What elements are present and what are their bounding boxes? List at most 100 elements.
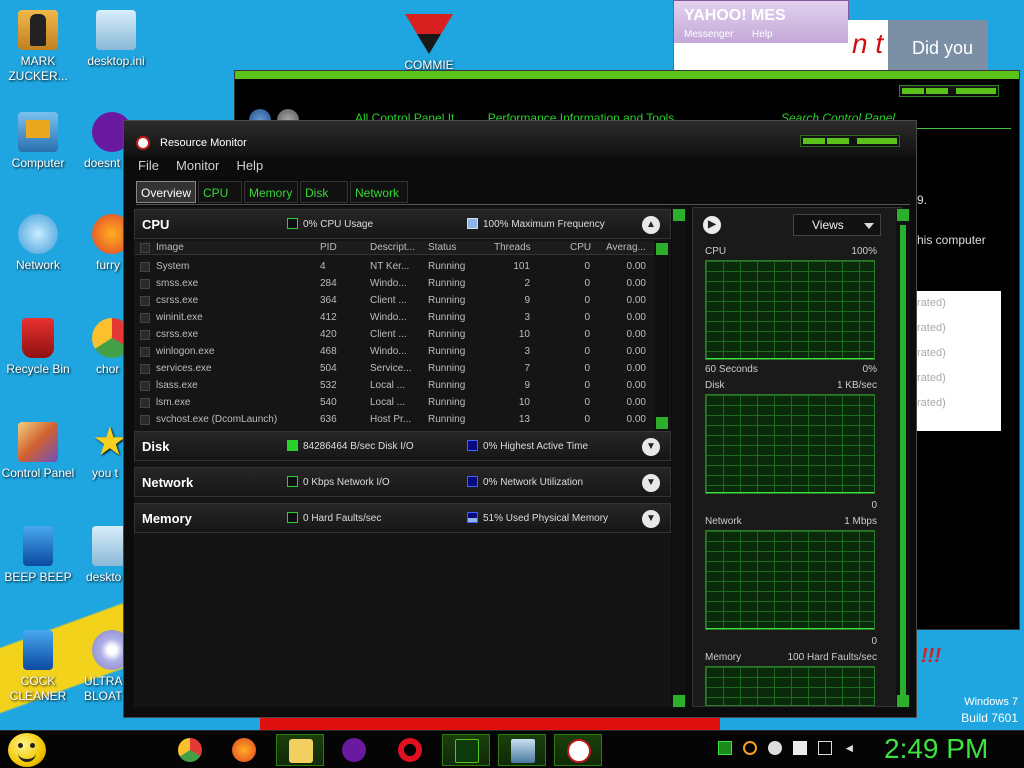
desktop-icon-furry[interactable]: furry (78, 214, 132, 273)
yahoo-menu-messenger[interactable]: Messenger (684, 29, 733, 40)
taskbar-chrome[interactable] (166, 734, 214, 766)
menu-monitor[interactable]: Monitor (176, 158, 219, 173)
start-button[interactable] (8, 733, 46, 767)
row-checkbox[interactable] (140, 296, 150, 306)
menu-file[interactable]: File (138, 158, 159, 173)
col-threads[interactable]: Threads (494, 242, 531, 253)
taskbar-resource-monitor[interactable] (554, 734, 602, 766)
row-checkbox[interactable] (140, 330, 150, 340)
col-description[interactable]: Descript... (370, 242, 415, 253)
views-dropdown[interactable]: Views (793, 214, 881, 236)
table-cell: 540 (320, 397, 337, 408)
tab-disk[interactable]: Disk (300, 181, 348, 203)
table-cell: Running (428, 414, 466, 425)
table-row[interactable]: lsm.exe 540 Local ... Running 10 0 0.00 (134, 395, 654, 412)
table-row[interactable]: csrss.exe 364 Client ... Running 9 0 0.00 (134, 293, 654, 310)
table-cell: Windo... (370, 312, 407, 323)
desktop-icon-recycle-bin[interactable]: Recycle Bin (0, 318, 76, 377)
maximize-button[interactable] (827, 138, 849, 144)
row-checkbox[interactable] (140, 262, 150, 272)
hide-graphs-button[interactable]: ▶ (703, 216, 721, 234)
taskbar-explorer[interactable] (276, 734, 324, 766)
desktop-icon-mark[interactable]: MARK ZUCKER... (0, 10, 76, 84)
desktop-icon-doesnt[interactable]: doesnt (78, 112, 132, 171)
graph-min: 0% (862, 364, 877, 375)
clock[interactable]: 2:49 PM (884, 733, 988, 765)
col-cpu[interactable]: CPU (570, 242, 591, 253)
desktop-icon-beep[interactable]: BEEP BEEP (0, 526, 76, 585)
yahoo-messenger-window[interactable]: YAHOO! MES Messenger Help (673, 0, 849, 71)
close-button[interactable] (857, 138, 897, 144)
table-cell: 0.00 (626, 380, 646, 391)
tab-network[interactable]: Network (350, 181, 408, 203)
row-checkbox[interactable] (140, 347, 150, 357)
cpu-section-header[interactable]: CPU 0% CPU Usage 100% Maximum Frequency … (134, 209, 671, 239)
table-row[interactable]: smss.exe 284 Windo... Running 2 0 0.00 (134, 276, 654, 293)
desktop-icon-computer[interactable]: Computer (0, 112, 76, 171)
row-checkbox[interactable] (140, 279, 150, 289)
volume-icon[interactable]: ◄ (843, 741, 857, 755)
col-image[interactable]: Image (156, 242, 184, 253)
tab-memory[interactable]: Memory (244, 181, 298, 203)
metric-label: 0% CPU Usage (303, 219, 374, 230)
table-row[interactable]: csrss.exe 420 Client ... Running 10 0 0.00 (134, 327, 654, 344)
flag-icon[interactable] (793, 741, 808, 755)
desktop-icon-deskto[interactable]: deskto (78, 526, 132, 585)
desktop-icon-cleaner[interactable]: COCK CLEANER (0, 630, 76, 704)
collapse-icon[interactable]: ▲ (642, 216, 660, 234)
table-row[interactable]: winlogon.exe 468 Windo... Running 3 0 0.00 (134, 344, 654, 361)
globe-tray-icon[interactable] (768, 741, 783, 755)
desktop-icon-control-panel[interactable]: Control Panel (0, 422, 76, 481)
row-checkbox[interactable] (140, 415, 150, 425)
menu-help[interactable]: Help (236, 158, 263, 173)
col-average[interactable]: Averag... (606, 242, 646, 253)
table-scrollbar[interactable] (655, 241, 669, 431)
title-bar[interactable]: Resource Monitor (124, 121, 916, 157)
desktop-icon-commie[interactable]: COMMIE (396, 14, 462, 72)
tab-overview[interactable]: Overview (136, 181, 196, 203)
row-checkbox[interactable] (140, 381, 150, 391)
taskbar-control-panel[interactable] (498, 734, 546, 766)
row-checkbox[interactable] (140, 398, 150, 408)
desktop-icon-chrome[interactable]: chor (78, 318, 132, 377)
tab-cpu[interactable]: CPU (198, 181, 242, 203)
table-row[interactable]: System 4 NT Ker... Running 101 0 0.00 (134, 259, 654, 276)
yahoo-menu-help[interactable]: Help (752, 29, 773, 40)
window-controls[interactable] (899, 85, 999, 97)
table-cell: 3 (524, 346, 530, 357)
expand-icon[interactable]: ▼ (642, 510, 660, 528)
max-frequency: 100% Maximum Frequency (467, 218, 605, 230)
network-tray-icon[interactable] (818, 741, 833, 755)
desktop-icon-you[interactable]: ★ you t (78, 422, 128, 481)
taskbar-yahoo[interactable] (330, 734, 378, 766)
row-checkbox[interactable] (140, 313, 150, 323)
table-row[interactable]: lsass.exe 532 Local ... Running 9 0 0.00 (134, 378, 654, 395)
row-checkbox[interactable] (140, 364, 150, 374)
chrome-icon (178, 738, 202, 762)
expand-icon[interactable]: ▼ (642, 474, 660, 492)
memory-section-header[interactable]: Memory 0 Hard Faults/sec 51% Used Physic… (134, 503, 671, 533)
green-tray-icon[interactable] (718, 741, 732, 755)
resource-monitor-window[interactable]: Resource Monitor File Monitor Help Overv… (123, 120, 917, 718)
table-row[interactable]: svchost.exe (DcomLaunch) 636 Host Pr... Run… (134, 412, 654, 429)
desktop-icon-ultra-bloat[interactable]: ULTRA BLOAT (78, 630, 132, 704)
col-status[interactable]: Status (428, 242, 456, 253)
window-controls[interactable] (800, 135, 900, 147)
table-row[interactable]: wininit.exe 412 Windo... Running 3 0 0.00 (134, 310, 654, 327)
expand-icon[interactable]: ▼ (642, 438, 660, 456)
desktop-icon-desktop-ini[interactable]: desktop.ini (78, 10, 154, 69)
col-pid[interactable]: PID (320, 242, 337, 253)
rating-item: rated) (917, 297, 946, 309)
table-row[interactable]: services.exe 504 Service... Running 7 0 0.00 (134, 361, 654, 378)
taskbar-performance[interactable] (442, 734, 490, 766)
select-all-checkbox[interactable] (140, 243, 150, 253)
network-section-header[interactable]: Network 0 Kbps Network I/O 0% Network Ut… (134, 467, 671, 497)
minimize-button[interactable] (803, 138, 825, 144)
taskbar-opera[interactable] (386, 734, 434, 766)
graph-scrollbar[interactable] (896, 209, 910, 709)
panel-scrollbar[interactable] (672, 209, 686, 709)
search-tray-icon[interactable] (743, 741, 758, 755)
disk-section-header[interactable]: Disk 84286464 B/sec Disk I/O 0% Highest … (134, 431, 671, 461)
desktop-icon-network[interactable]: Network (0, 214, 76, 273)
taskbar-firefox[interactable] (220, 734, 268, 766)
